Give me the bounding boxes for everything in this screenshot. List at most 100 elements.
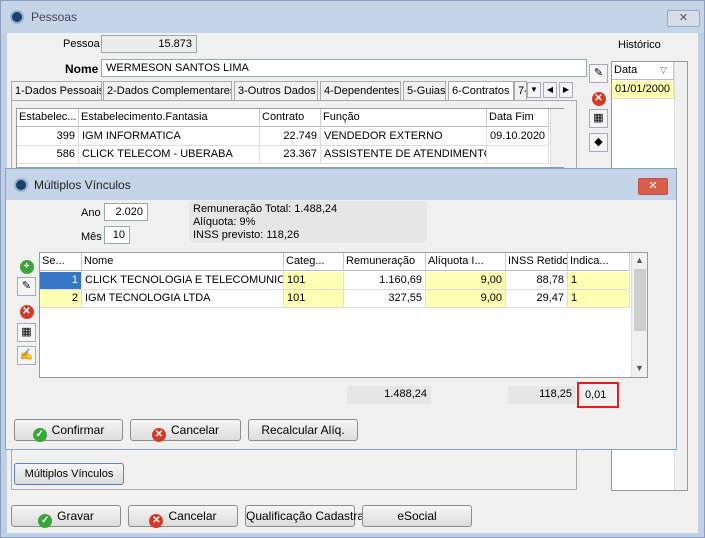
tab-outros-dados[interactable]: 3-Outros Dados: [234, 81, 318, 101]
qualificacao-cadastral-button[interactable]: Qualificação Cadastral: [245, 505, 367, 527]
tab-guias[interactable]: 5-Guias: [403, 81, 446, 101]
diferenca-value: 0,01: [577, 382, 619, 408]
eraser-icon[interactable]: ◆: [589, 133, 608, 152]
table-row-cell[interactable]: IGM TECNOLOGIA LTDA: [82, 290, 284, 308]
contracts-header-estab[interactable]: Estabelec...: [17, 109, 79, 127]
total-remuneracao: 1.488,24: [347, 386, 431, 404]
dialog-close-button[interactable]: ✕: [638, 178, 668, 195]
confirmar-label: Confirmar: [51, 423, 105, 437]
pessoa-label: Pessoa: [63, 38, 100, 50]
window-title: Pessoas: [31, 10, 78, 24]
dialog-title: Múltiplos Vínculos: [34, 178, 131, 192]
grid-view-icon[interactable]: ▦: [17, 323, 36, 342]
table-row-cell[interactable]: CLICK TELECOM - UBERABA: [79, 146, 260, 164]
vinculos-header-nome[interactable]: Nome: [82, 253, 284, 271]
table-row-cell[interactable]: 88,78: [506, 272, 568, 290]
table-row-cell[interactable]: 1: [568, 272, 630, 290]
cancel-icon: ✕: [149, 514, 164, 528]
table-row-cell[interactable]: 29,47: [506, 290, 568, 308]
total-inss: 118,25: [508, 386, 576, 404]
table-row-cell[interactable]: 1: [40, 272, 82, 290]
window-close-button[interactable]: ✕: [667, 10, 700, 27]
dialog-titlebar: Múltiplos Vínculos ✕: [6, 169, 676, 200]
table-row-cell[interactable]: 101: [284, 272, 344, 290]
table-row-cell[interactable]: VENDEDOR EXTERNO: [321, 128, 487, 146]
inss-previsto-text: INSS previsto: 118,26: [193, 229, 300, 241]
table-row-cell[interactable]: 586: [17, 146, 79, 164]
vinculos-scrollbar[interactable]: ▲ ▼: [631, 253, 647, 377]
table-row-cell[interactable]: 327,55: [344, 290, 426, 308]
tab-dados-pessoais[interactable]: 1-Dados Pessoais: [11, 81, 102, 101]
vinculos-header-seq[interactable]: Se...: [40, 253, 82, 271]
historico-row[interactable]: 01/01/2000: [612, 81, 674, 99]
table-row-cell[interactable]: 9,00: [426, 290, 506, 308]
mes-label: Mês: [81, 231, 102, 243]
summary-panel: Remuneração Total: 1.488,24 Alíquota: 9%…: [189, 201, 427, 243]
scroll-up-icon[interactable]: ▲: [635, 255, 644, 265]
vinculos-header-inss[interactable]: INSS Retido: [506, 253, 568, 271]
contracts-header-contrato[interactable]: Contrato: [260, 109, 321, 127]
multiplos-vinculos-button[interactable]: Múltiplos Vínculos: [14, 463, 124, 485]
cancel-icon: ✕: [151, 428, 166, 442]
table-row-cell[interactable]: 22.749: [260, 128, 321, 146]
vinculos-header-indicador[interactable]: Indica...: [568, 253, 630, 271]
edit-row-icon[interactable]: ✎: [17, 277, 36, 296]
dialog-cancelar-button[interactable]: ✕ Cancelar: [130, 419, 241, 442]
ano-label: Ano: [81, 207, 101, 219]
confirmar-button[interactable]: ✓ Confirmar: [14, 419, 123, 442]
table-row-cell[interactable]: 1.160,69: [344, 272, 426, 290]
edit-grid-icon[interactable]: ✍: [17, 346, 36, 365]
tab-contratos[interactable]: 6-Contratos: [448, 81, 514, 101]
table-row-cell[interactable]: CLICK TECNOLOGIA E TELECOMUNICACOES: [82, 272, 284, 290]
edit-icon[interactable]: ✎: [589, 64, 608, 83]
cancelar-button[interactable]: ✕ Cancelar: [128, 505, 238, 528]
nome-field[interactable]: WERMESON SANTOS LIMA: [101, 59, 587, 77]
table-row-cell[interactable]: 09.10.2020: [487, 128, 549, 146]
contracts-header-funcao[interactable]: Função: [321, 109, 487, 127]
grid-icon[interactable]: ▦: [589, 109, 608, 128]
table-row-cell[interactable]: 23.367: [260, 146, 321, 164]
tab-scroll-right-icon[interactable]: ▶: [559, 82, 573, 98]
esocial-button[interactable]: eSocial: [362, 505, 472, 527]
vinculos-header-remuneracao[interactable]: Remuneração: [344, 253, 426, 271]
app-logo-icon: [10, 10, 24, 24]
dialog-cancelar-label: Cancelar: [170, 423, 220, 437]
tab-dados-complementares[interactable]: 2-Dados Complementares: [103, 81, 232, 101]
tab-dependentes[interactable]: 4-Dependentes: [320, 81, 401, 101]
gravar-button[interactable]: ✓ Gravar: [11, 505, 121, 528]
contracts-grid: Estabelec... Estabelecimento.Fantasia Co…: [16, 108, 564, 168]
dialog-logo-icon: [14, 178, 28, 192]
delete-icon[interactable]: ✕: [589, 87, 608, 106]
table-row-cell[interactable]: 1: [568, 290, 630, 308]
vinculos-header-categoria[interactable]: Categ...: [284, 253, 344, 271]
contracts-header-fantasia[interactable]: Estabelecimento.Fantasia: [79, 109, 260, 127]
sort-icon: ▽: [660, 65, 667, 75]
ano-field[interactable]: 2.020: [104, 203, 148, 221]
window-titlebar: Pessoas ✕: [1, 1, 704, 33]
table-row-cell[interactable]: IGM INFORMATICA: [79, 128, 260, 146]
table-row-cell[interactable]: 2: [40, 290, 82, 308]
multiplos-vinculos-dialog: Múltiplos Vínculos ✕ Ano 2.020 Mês 10 Re…: [5, 168, 677, 450]
table-row-cell[interactable]: 9,00: [426, 272, 506, 290]
add-icon[interactable]: +: [17, 255, 36, 274]
pessoa-field[interactable]: 15.873: [101, 35, 197, 53]
tab-more[interactable]: 7-: [514, 81, 527, 101]
cancelar-label: Cancelar: [168, 509, 217, 523]
vinculos-header-aliquota[interactable]: Alíquota I...: [426, 253, 506, 271]
contracts-scrollbar[interactable]: [550, 109, 564, 167]
recalcular-aliquota-button[interactable]: Recalcular Alíq.: [248, 419, 358, 441]
historico-label: Histórico: [618, 39, 661, 51]
tab-list-dropdown-icon[interactable]: ▼: [527, 82, 541, 98]
table-row-cell[interactable]: ASSISTENTE DE ATENDIMENTO AO: [321, 146, 487, 164]
scroll-thumb[interactable]: [634, 269, 646, 331]
table-row-cell[interactable]: 101: [284, 290, 344, 308]
nome-label: Nome: [65, 62, 99, 76]
check-icon: ✓: [38, 514, 53, 528]
tab-scroll-left-icon[interactable]: ◀: [543, 82, 557, 98]
table-row-cell[interactable]: [487, 146, 549, 164]
table-row-cell[interactable]: 399: [17, 128, 79, 146]
mes-field[interactable]: 10: [104, 226, 130, 244]
delete-row-icon[interactable]: ✕: [17, 300, 36, 319]
contracts-header-datafim[interactable]: Data Fim: [487, 109, 549, 127]
scroll-down-icon[interactable]: ▼: [635, 363, 644, 373]
